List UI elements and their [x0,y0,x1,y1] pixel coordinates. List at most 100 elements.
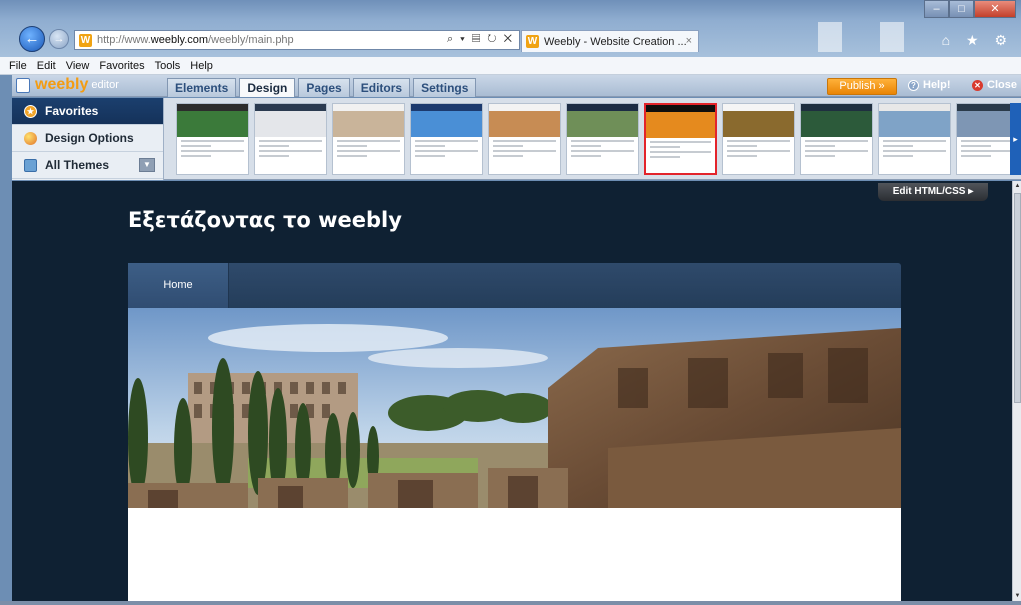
site-navigation: Home [128,263,901,314]
thumb-text-line [493,155,523,157]
menu-view[interactable]: View [66,60,90,72]
thumb-header [879,104,950,111]
thumb-text-line [415,140,478,142]
menu-tools[interactable]: Tools [155,60,181,72]
window-close-button[interactable]: ✕ [974,0,1016,18]
star-icon: ★ [24,104,37,118]
publish-button[interactable]: Publish » [827,78,897,95]
thumb-image [255,111,326,137]
theme-thumbnail[interactable] [722,103,795,175]
themes-icon [24,158,37,172]
vertical-scrollbar[interactable]: ▲ ▼ [1012,181,1021,601]
maximize-button[interactable]: □ [949,0,974,18]
tab-close-icon[interactable]: × [686,35,692,47]
site-preview: Edit HTML/CSS ▸ Εξετάζοντας το weebly Ho… [12,181,1012,601]
thumb-text-line [181,145,211,147]
weebly-favicon-icon: W [79,33,92,47]
theme-thumbnail-strip [176,103,1010,175]
theme-thumbnail[interactable] [644,103,717,175]
scroll-up-icon[interactable]: ▲ [1013,181,1021,191]
tab-elements[interactable]: Elements [167,78,237,97]
menu-help[interactable]: Help [190,60,213,72]
edit-html-css-button[interactable]: Edit HTML/CSS ▸ [878,183,988,201]
tab-design[interactable]: Design [239,78,296,97]
thumb-text-line [727,150,790,152]
thumb-text-line [961,145,991,147]
scroll-down-icon[interactable]: ▼ [1013,591,1021,601]
thumb-text-line [805,150,868,152]
close-icon: ✕ [972,80,983,91]
theme-thumbnail[interactable] [878,103,951,175]
thumb-text-line [571,140,634,142]
thumb-image [567,111,638,137]
theme-thumbnail[interactable] [800,103,873,175]
weebly-favicon-icon: W [526,35,539,48]
browser-tab-weebly[interactable]: W Weebly - Website Creation ... × [521,30,699,52]
theme-thumbnail[interactable] [566,103,639,175]
address-tools-icons[interactable]: ⌕ ▾ ▤ ↻ ✕ [447,33,514,46]
home-favorites-tools-icons[interactable]: ⌂ ★ ⚙ [942,32,1013,49]
back-arrow-icon[interactable]: ← [19,26,45,52]
theme-thumbnail[interactable] [332,103,405,175]
thumb-text-line [571,150,634,152]
close-label: Close [987,79,1017,91]
theme-thumbnail[interactable] [254,103,327,175]
thumb-text-line [181,140,244,142]
thumb-text-line [883,140,946,142]
header-image[interactable] [128,308,901,508]
thumb-text-line [181,150,244,152]
theme-thumbnail[interactable] [956,103,1010,175]
tab-editors[interactable]: Editors [352,78,411,97]
theme-thumbnail[interactable] [488,103,561,175]
scroll-thumb[interactable] [1014,193,1021,403]
url-domain: weebly.com [150,34,209,46]
thumb-text-line [259,145,289,147]
sidebar-item-design-options[interactable]: Design Options [12,125,163,152]
sidebar-item-label: All Themes [45,158,110,172]
chevron-right-icon[interactable]: ▸ [1010,103,1021,175]
sidebar-item-all-themes[interactable]: All Themes ▼ [12,152,163,179]
menu-file[interactable]: File [9,60,27,72]
thumb-header [723,104,794,111]
theme-thumbnail[interactable] [176,103,249,175]
thumb-text-line [805,155,835,157]
theme-thumbnail[interactable] [410,103,483,175]
thumb-image [646,112,715,138]
thumb-text-line [337,140,400,142]
nav-item-home[interactable]: Home [128,263,229,308]
forward-arrow-icon[interactable]: → [49,29,69,49]
thumb-text-line [805,145,835,147]
tab-pages[interactable]: Pages [298,78,350,97]
thumb-header [489,104,560,111]
sidebar-item-favorites[interactable]: ★ Favorites [12,98,163,125]
thumb-image [801,111,872,137]
thumb-text-line [259,155,289,157]
design-side-menu: ★ Favorites Design Options All Themes ▼ [12,98,164,180]
thumb-text-line [727,155,757,157]
thumb-text-line [493,150,556,152]
url-text[interactable]: http://www.weebly.com/weebly/main.php [97,34,294,46]
menu-edit[interactable]: Edit [37,60,56,72]
thumb-text-line [571,155,601,157]
close-link[interactable]: ✕ Close [972,79,1017,91]
address-bar[interactable]: W http://www.weebly.com/weebly/main.php … [74,30,520,50]
menu-favorites[interactable]: Favorites [99,60,144,72]
site-title[interactable]: Εξετάζοντας το weebly [128,208,402,232]
tab-settings[interactable]: Settings [413,78,477,97]
editor-toolbar: weebly editor Elements Design Pages Edit… [12,75,1021,97]
browser-titlebar: ← → W http://www.weebly.com/weebly/main.… [0,0,1021,57]
editor-tabs: Elements Design Pages Editors Settings [167,78,479,97]
palette-icon [24,131,37,145]
brand-name: weebly [35,76,89,93]
chevron-down-icon[interactable]: ▼ [139,158,155,172]
thumb-text-line [883,155,913,157]
page-content-area[interactable] [128,508,901,601]
thumb-header [255,104,326,111]
thumb-text-line [415,150,478,152]
thumb-text-line [259,150,322,152]
minimize-button[interactable]: – [924,0,949,18]
thumb-text-line [883,150,946,152]
help-link[interactable]: ? Help! [908,79,951,91]
sidebar-item-label: Favorites [45,104,99,118]
thumb-text-line [571,145,601,147]
